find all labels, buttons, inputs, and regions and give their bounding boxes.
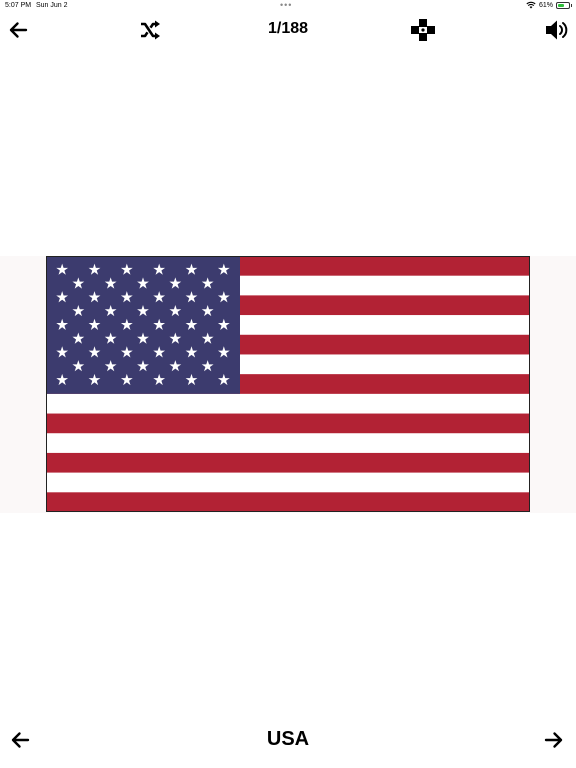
back-arrow-icon [9, 22, 28, 38]
shuffle-button[interactable] [136, 16, 164, 44]
speaker-icon [546, 20, 568, 40]
flag-stripe [46, 492, 530, 512]
multitask-dots[interactable]: ••• [280, 0, 292, 10]
shuffle-icon [141, 20, 160, 40]
flag-viewer-screen: 5:07 PM Sun Jun 2 ••• 61% 1/188 USA [0, 0, 576, 768]
country-name: USA [266, 728, 310, 750]
next-arrow-icon [544, 732, 563, 748]
flag-stripe [46, 393, 530, 414]
sound-button[interactable] [543, 16, 571, 44]
wifi-icon [526, 1, 536, 9]
previous-flag-button[interactable] [6, 726, 34, 754]
flag-stripe [46, 472, 530, 493]
battery-icon [556, 1, 572, 9]
flag-stripe [46, 413, 530, 434]
status-date: Sun Jun 2 [36, 2, 68, 9]
flag-image[interactable] [46, 256, 530, 512]
battery-fill [558, 3, 565, 7]
flag-counter: 1/188 [267, 20, 309, 37]
game-mode-button[interactable] [409, 16, 437, 44]
status-time: 5:07 PM [5, 2, 32, 9]
status-bar: 5:07 PM Sun Jun 2 ••• 61% [0, 0, 576, 12]
previous-arrow-icon [11, 732, 30, 748]
status-indicators: 61% [526, 1, 572, 9]
flag-canton [46, 256, 240, 394]
back-button[interactable] [4, 16, 32, 44]
battery-percent: 61% [538, 1, 553, 9]
flag-stripe [46, 433, 530, 454]
gamepad-icon [411, 19, 435, 41]
flag-stripe [46, 452, 530, 473]
next-flag-button[interactable] [540, 726, 568, 754]
